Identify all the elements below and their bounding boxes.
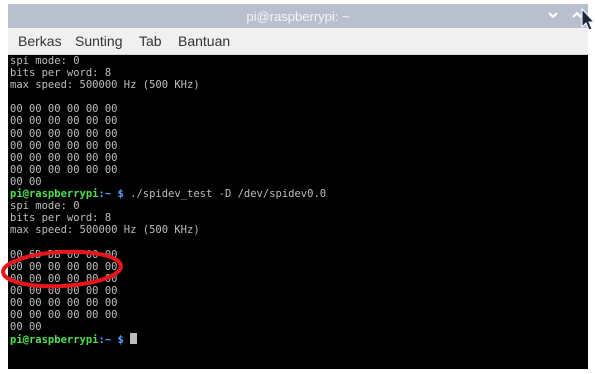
terminal-output-line: spi mode: 0 bbox=[10, 200, 80, 213]
terminal-output[interactable]: spi mode: 0 bits per word: 8 max speed: 50… bbox=[8, 55, 588, 369]
terminal-output-line: max speed: 500000 Hz (500 KHz) bbox=[10, 224, 200, 237]
menu-bantuan[interactable]: Bantuan bbox=[178, 33, 230, 49]
terminal-output-line: 00 00 00 00 00 00 bbox=[10, 308, 118, 321]
prompt-path: :~ $ bbox=[98, 334, 131, 347]
terminal-output-line: bits per word: 8 bbox=[10, 67, 112, 80]
window-title: pi@raspberrypi: ~ bbox=[246, 9, 350, 24]
terminal-output-line: spi mode: 0 bbox=[10, 55, 80, 67]
terminal-output-line: 00 00 00 00 00 00 bbox=[10, 127, 118, 140]
prompt-command: ./spidev_test -D /dev/spidev0.0 bbox=[130, 188, 327, 201]
chevron-down-icon bbox=[548, 12, 558, 19]
terminal-lines: spi mode: 0 bits per word: 8 max speed: 50… bbox=[10, 55, 326, 347]
terminal-output-line: 00 00 00 00 00 00 bbox=[10, 115, 118, 128]
title-bar[interactable]: pi@raspberrypi: ~ bbox=[8, 4, 588, 28]
menu-sunting[interactable]: Sunting bbox=[75, 33, 122, 49]
prompt-user-host: pi@raspberrypi bbox=[10, 334, 99, 347]
terminal-prompt-line: pi@raspberrypi:~ $ ./spidev_test -D /dev… bbox=[10, 188, 326, 200]
terminal-output-line: bits per word: 8 bbox=[10, 212, 112, 225]
terminal-output-line: 00 00 bbox=[10, 321, 42, 334]
prompt-user-host: pi@raspberrypi bbox=[10, 188, 99, 201]
prompt-path: :~ $ bbox=[98, 188, 131, 201]
terminal-output-line: 00 00 00 00 00 00 bbox=[10, 139, 118, 152]
terminal-output-line: max speed: 500000 Hz (500 KHz) bbox=[10, 79, 200, 92]
terminal-output-line: 00 00 00 00 00 00 bbox=[10, 163, 118, 176]
text-cursor bbox=[130, 333, 138, 345]
red-circle-annotation-icon bbox=[1, 249, 123, 289]
terminal-output-line: 00 00 bbox=[10, 175, 42, 188]
terminal-window: pi@raspberrypi: ~ Berkas Sunting Tab Ban… bbox=[0, 0, 595, 374]
menu-tab[interactable]: Tab bbox=[139, 33, 162, 49]
menu-bar: Berkas Sunting Tab Bantuan bbox=[8, 28, 588, 55]
terminal-output-line: 00 00 00 00 00 00 bbox=[10, 151, 118, 164]
menu-berkas[interactable]: Berkas bbox=[18, 33, 62, 49]
minimize-button[interactable] bbox=[545, 7, 561, 23]
terminal-prompt-line: pi@raspberrypi:~ $ bbox=[10, 333, 326, 347]
terminal-output-line: 00 00 00 00 00 00 bbox=[10, 103, 118, 116]
terminal-output-line: 00 00 00 00 00 00 bbox=[10, 296, 118, 309]
